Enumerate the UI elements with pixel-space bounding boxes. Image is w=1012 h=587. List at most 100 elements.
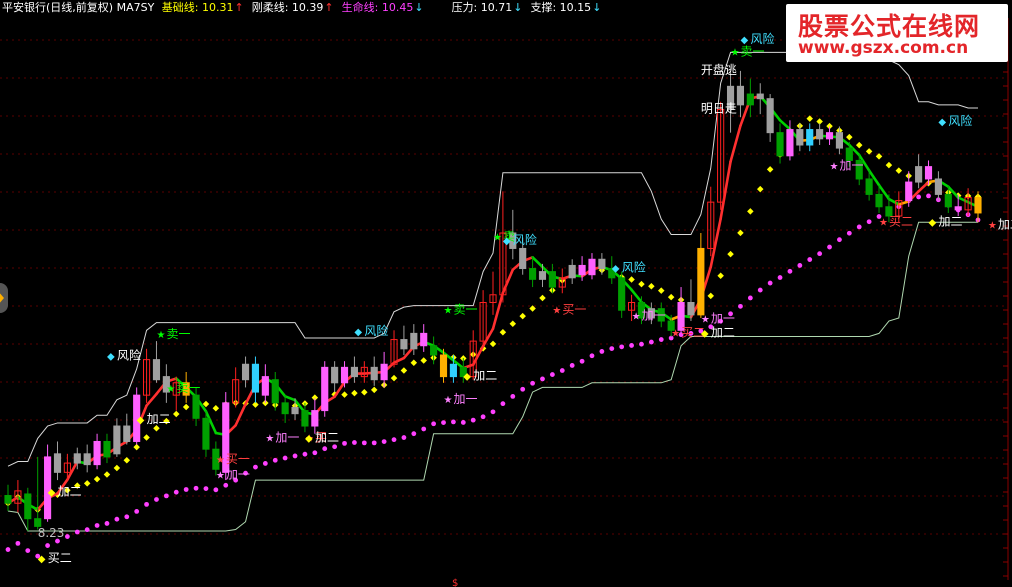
- lifeline-dot: [629, 343, 634, 348]
- candle-body: [439, 354, 448, 378]
- signal-marker: ◆: [463, 372, 471, 383]
- lifeline-dot: [926, 193, 931, 199]
- lifeline-dot: [559, 368, 565, 373]
- lifeline-dot: [193, 485, 199, 491]
- candle-body: [944, 193, 952, 208]
- baseline-dot: [103, 471, 111, 478]
- signal-label: 买一: [562, 302, 586, 316]
- lifeline-dot: [520, 386, 526, 392]
- lifeline-dot: [460, 420, 466, 425]
- signal-marker: ★: [552, 305, 561, 316]
- signal-marker: ◆: [48, 488, 56, 499]
- candle-body: [370, 366, 378, 381]
- signal-label: 加一: [840, 159, 864, 173]
- lifeline-dot: [94, 523, 100, 528]
- candle-body: [331, 366, 339, 384]
- candle-body: [93, 440, 101, 466]
- lifeline-dot: [134, 508, 140, 514]
- rigid-line-segment: [491, 291, 505, 331]
- rigid-line-segment: [145, 392, 158, 407]
- baseline-dot: [489, 340, 497, 348]
- baseline-dot: [173, 410, 180, 418]
- signal-label: 加一: [711, 312, 735, 326]
- indicator-item: 基础线: 10.31↑: [162, 1, 248, 14]
- lifeline-dot: [401, 435, 407, 440]
- lifeline-dot: [15, 540, 21, 546]
- candle-body: [816, 129, 824, 140]
- status-strip: [0, 580, 1012, 587]
- candle-body: [311, 410, 319, 427]
- baseline-dot: [133, 443, 140, 451]
- lifeline-dot: [302, 451, 308, 457]
- lifeline-dot: [154, 497, 159, 502]
- rigid-line-segment: [887, 197, 901, 206]
- signal-label: 风险: [364, 323, 388, 338]
- candle-body: [954, 206, 962, 211]
- baseline-dot: [509, 320, 517, 328]
- signal-label: 买二: [889, 214, 913, 228]
- arrow-down-icon: ↓: [414, 1, 424, 14]
- candle-body: [430, 345, 438, 356]
- baseline-dot: [519, 312, 526, 320]
- signal-label: 风险: [948, 113, 972, 128]
- baseline-dot: [846, 133, 853, 141]
- candle-body: [835, 132, 843, 149]
- signal-label: 买一: [226, 452, 250, 466]
- lifeline-dot: [332, 444, 338, 450]
- signal-label: 加二: [147, 412, 171, 426]
- candlestick-chart[interactable]: 8.23◆ 买二◆ 加二◆ 加二★ 卖一◆ 风险★ 卖一★ 买一★ 加一★ 加一 ★ 买二◆ 加二◆ 风险…: [0, 0, 1012, 587]
- expand-panel-button[interactable]: [0, 283, 8, 313]
- baseline-dot: [143, 434, 150, 441]
- candle-body: [865, 178, 873, 195]
- signal-label: 买二: [48, 551, 72, 565]
- candle-body: [756, 93, 764, 100]
- signal-label: 加一: [642, 308, 666, 322]
- lifeline-dot: [837, 237, 842, 243]
- candle-body: [281, 402, 289, 415]
- signal-marker: ◆: [305, 433, 313, 444]
- lifeline-dot: [797, 263, 803, 268]
- signal-marker: ★: [444, 305, 453, 316]
- candle-body: [251, 363, 260, 393]
- signal-label: 风险: [750, 31, 774, 46]
- rigid-line-segment: [234, 402, 247, 427]
- baseline-dot: [737, 229, 744, 237]
- baseline-dot: [93, 475, 101, 483]
- lifeline-dot: [262, 461, 268, 466]
- candle-body: [538, 271, 547, 280]
- candle-body: [786, 129, 794, 157]
- scroll-marker: $: [452, 578, 458, 587]
- baseline-dot: [539, 294, 546, 302]
- rigid-line-segment: [778, 118, 792, 131]
- lifeline-dot: [599, 349, 605, 354]
- signal-marker: ★: [216, 471, 225, 482]
- candle-body: [796, 129, 804, 146]
- lifeline-dot: [777, 275, 783, 280]
- candle-body: [529, 268, 537, 280]
- candle-body: [568, 264, 576, 279]
- lifeline-dot: [421, 426, 427, 432]
- baseline-dot: [855, 141, 863, 149]
- signal-label: 风险: [513, 232, 537, 247]
- candle-body: [736, 85, 745, 106]
- lifeline-dot: [530, 380, 535, 386]
- indicator-label: 生命线: 10.45: [341, 1, 414, 14]
- candle-body: [202, 417, 210, 450]
- baseline-dot: [727, 250, 734, 258]
- indicator-label: 刚柔线: 10.39: [251, 1, 324, 14]
- lifeline-dot: [807, 257, 813, 262]
- lifeline-dot: [253, 464, 258, 470]
- site-watermark: 股票公式在线网 www.gszx.com.cn: [786, 4, 1008, 62]
- signal-marker: ◆: [137, 415, 145, 426]
- lifeline-dot: [747, 295, 753, 301]
- baseline-dot: [410, 359, 418, 366]
- lifeline-dot: [64, 534, 70, 539]
- lifeline-dot: [569, 363, 575, 368]
- lifeline-dot: [817, 251, 823, 257]
- signal-label: 加一: [226, 468, 250, 482]
- rigid-line-segment: [729, 124, 742, 163]
- lifeline-dot: [639, 341, 644, 347]
- rigid-line-segment: [917, 180, 930, 193]
- signal-marker: ◆: [503, 236, 511, 247]
- indicator-item: 刚柔线: 10.39↑: [252, 1, 338, 14]
